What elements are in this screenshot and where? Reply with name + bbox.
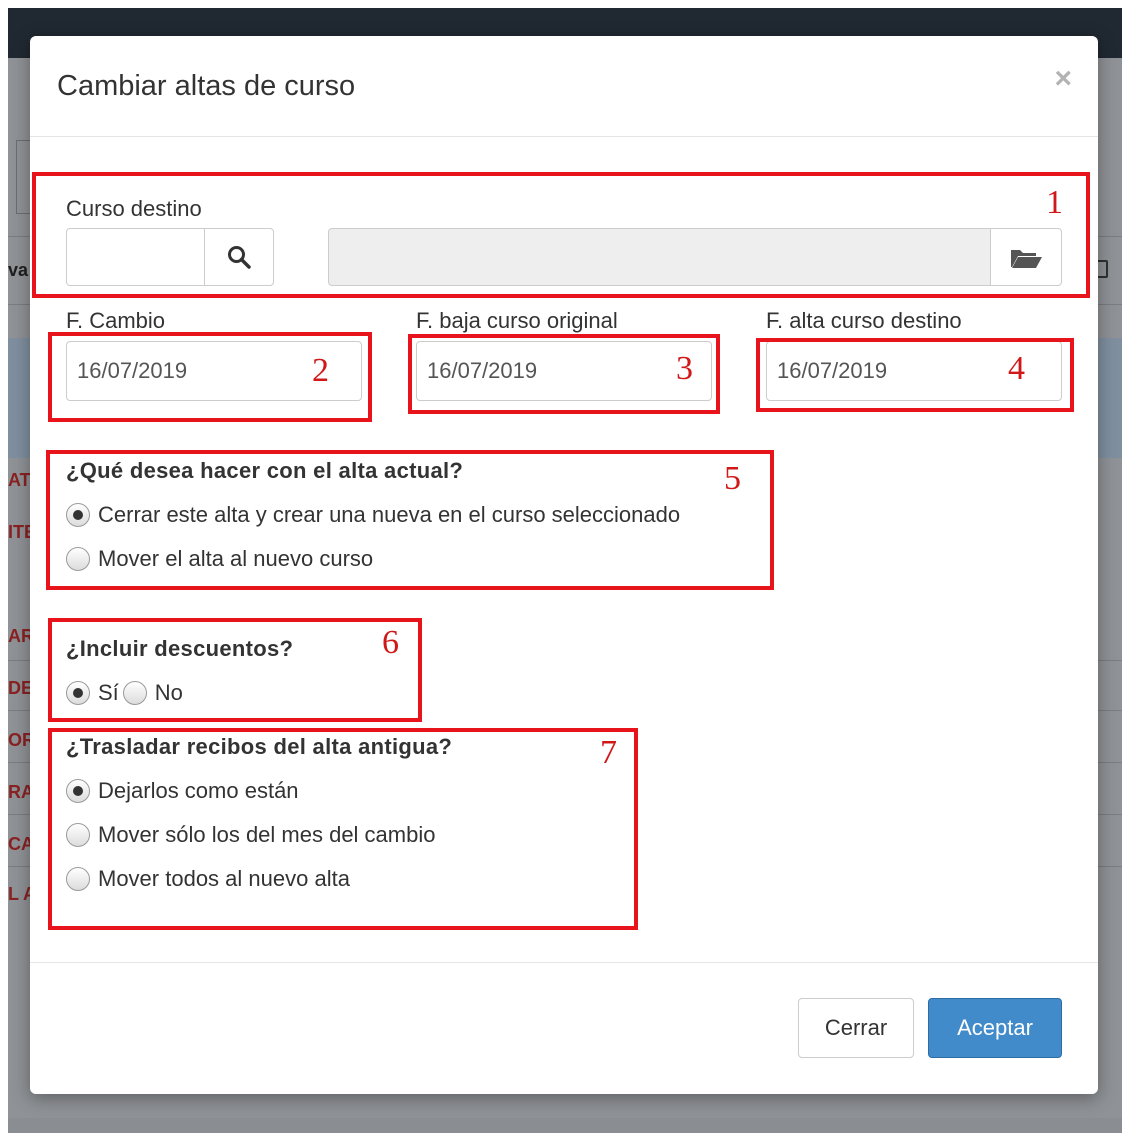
annotation-box-4 xyxy=(756,338,1074,412)
annotation-box-3 xyxy=(408,334,720,414)
background-text: va xyxy=(8,260,29,280)
f-baja-label: F. baja curso original xyxy=(416,308,618,333)
close-icon[interactable]: × xyxy=(1054,64,1072,94)
annotation-box-5 xyxy=(46,450,774,590)
modal-header: Cambiar altas de curso × xyxy=(30,36,1098,137)
annotation-number-3: 3 xyxy=(676,350,693,387)
annotation-number-5: 5 xyxy=(724,460,741,497)
f-cambio-label: F. Cambio xyxy=(66,308,166,333)
annotation-number-2: 2 xyxy=(312,352,329,389)
annotation-number-1: 1 xyxy=(1046,184,1063,221)
modal-title: Cambiar altas de curso xyxy=(57,70,356,102)
accept-button[interactable]: Aceptar xyxy=(928,998,1062,1058)
annotation-number-6: 6 xyxy=(382,624,399,661)
annotation-box-7 xyxy=(48,728,638,930)
annotation-box-6 xyxy=(48,618,422,722)
f-alta-label: F. alta curso destino xyxy=(766,308,962,333)
annotation-number-4: 4 xyxy=(1008,350,1025,387)
annotation-box-1 xyxy=(32,172,1090,298)
close-button[interactable]: Cerrar xyxy=(798,998,914,1058)
modal-footer-divider xyxy=(30,962,1098,963)
annotation-number-7: 7 xyxy=(600,734,617,771)
